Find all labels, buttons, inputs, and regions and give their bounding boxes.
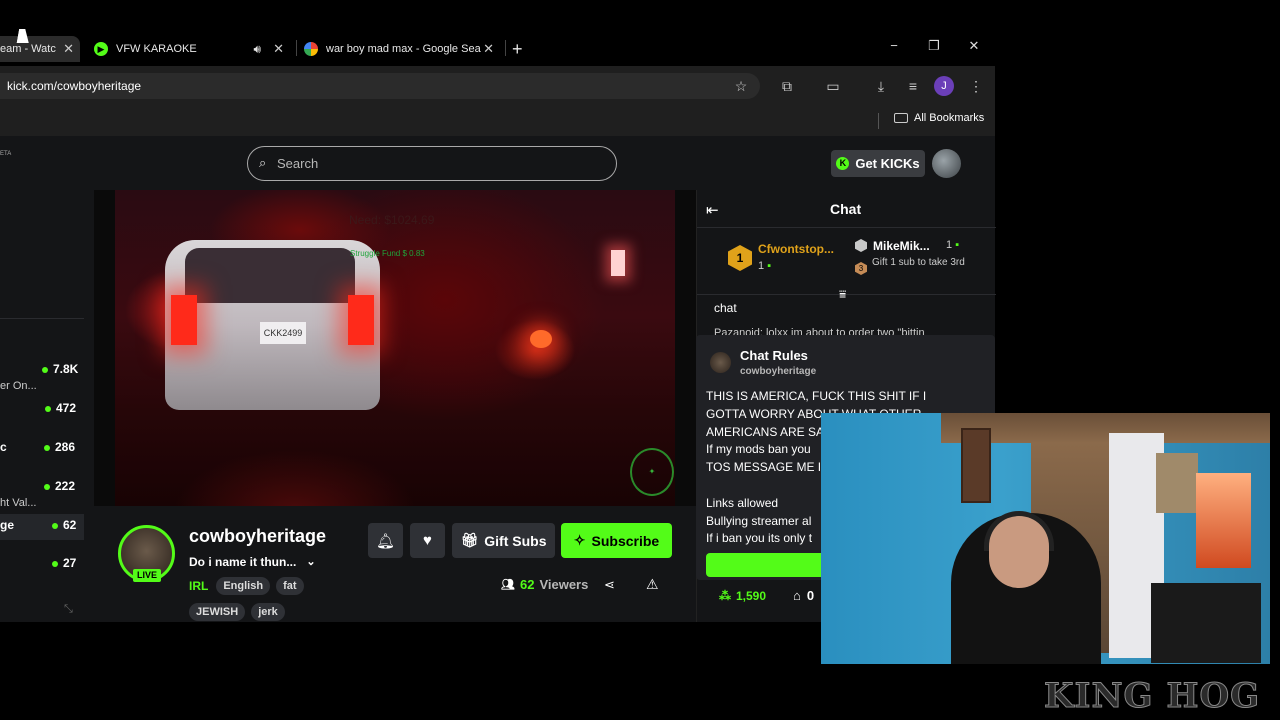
channel-watermark: KING HOG — [1043, 676, 1261, 717]
url-text: kick.com/cowboyheritage — [7, 79, 142, 93]
folder-icon — [894, 113, 908, 123]
stream-tags-row: IRL English fat — [189, 577, 304, 595]
goal-overlay: Need: $1024.69 — [349, 213, 435, 227]
search-placeholder: Search — [277, 156, 319, 171]
rules-title: Chat Rules — [740, 348, 808, 363]
gift-subs-button[interactable]: 🎁︎ Gift Subs — [452, 523, 555, 558]
stream-tags-row-2: JEWISH jerk — [189, 603, 285, 621]
tab-active[interactable]: eam - Watc ✕ — [0, 36, 80, 62]
live-badge: LIVE — [133, 569, 161, 582]
speaker-icon[interactable]: 🔊︎ — [254, 42, 262, 57]
tab-title: eam - Watc — [0, 43, 56, 55]
chat-message-partial: Pazanoid: lolxx im about to order two "b… — [714, 327, 925, 335]
video-frame: CKK2499 ✦ — [115, 190, 675, 506]
sidebar-channel-1[interactable]: 7.8K — [0, 362, 84, 382]
close-window-button[interactable]: ✕ — [959, 38, 989, 54]
bell-icon: 🔔︎ — [375, 532, 396, 550]
mouse-cursor-icon — [16, 29, 32, 43]
chat-header: Chat — [830, 201, 862, 217]
address-bar[interactable]: kick.com/cowboyheritage — [0, 73, 760, 99]
sidebar-channel-label[interactable]: er On... — [0, 380, 84, 400]
gift-icon: 🎁︎ — [460, 532, 479, 548]
more-menu-icon[interactable]: ⋮ — [966, 76, 986, 96]
sidebar-channel-current[interactable]: ge 62 — [0, 514, 84, 540]
leader-2-name[interactable]: MikeMik... — [873, 239, 930, 253]
rank-3-badge: 3 — [855, 262, 867, 275]
pinned-toggle-icon[interactable]: ⩸ — [839, 287, 846, 302]
tab-title: war boy mad max - Google Sea — [326, 43, 481, 55]
rules-owner: cowboyheritage — [740, 366, 817, 377]
sidebar-channel-2[interactable]: 472 — [0, 401, 84, 421]
report-icon[interactable]: ⚠ — [646, 576, 659, 593]
kicks-balance[interactable]: ⁂ 1,590 — [719, 589, 766, 603]
video-player[interactable]: CKK2499 ✦ — [94, 190, 696, 506]
tab-vfw-karaoke[interactable]: ▶ VFW KARAOKE 🔊︎ ✕ — [94, 36, 290, 62]
kick-logo[interactable]: ETA — [0, 151, 11, 157]
tab-google-search[interactable]: war boy mad max - Google Sea ✕ — [304, 36, 500, 62]
search-icon: ⌕ — [259, 155, 267, 170]
store-icon: ⌂ — [793, 588, 801, 603]
extensions-icon[interactable]: ⧉ — [777, 76, 797, 96]
chat-message: chat — [714, 301, 737, 315]
profile-avatar[interactable]: J — [934, 76, 954, 96]
vehicle-ahead: CKK2499 — [165, 240, 380, 410]
subscribe-button[interactable]: ✧ Subscribe — [561, 523, 672, 558]
collapse-chat-icon[interactable]: ⇤ — [706, 201, 719, 219]
star-icon[interactable]: ☆ — [731, 76, 751, 96]
media-control-icon[interactable]: ≡ — [903, 76, 923, 96]
webcam-overlay — [821, 413, 1270, 664]
user-avatar[interactable] — [932, 149, 961, 178]
close-icon[interactable]: ✕ — [483, 41, 494, 57]
leader-2-count: 1 ▪ — [946, 239, 960, 251]
category-link[interactable]: IRL — [189, 579, 208, 593]
close-icon[interactable]: ✕ — [273, 41, 284, 57]
viewers-icon: 👥︎ — [501, 579, 515, 591]
chevron-down-icon[interactable]: ⌄ — [306, 555, 315, 569]
kick-favicon-icon: ▶ — [94, 42, 108, 56]
close-icon[interactable]: ✕ — [63, 41, 74, 57]
search-input[interactable]: ⌕ Search — [247, 146, 617, 181]
heart-icon: ♥ — [423, 532, 432, 549]
follow-button[interactable]: ♥ — [410, 523, 445, 558]
stream-title[interactable]: Do i name it thun... ⌄ — [189, 555, 316, 569]
rank-1-badge: 1 — [728, 245, 752, 271]
tag-pill[interactable]: English — [216, 577, 271, 595]
kicks-icon: ⁂ — [719, 589, 731, 603]
sidebar-channel-3[interactable]: c 286 — [0, 440, 84, 460]
kicks-coin-icon: K — [836, 157, 850, 170]
license-plate: CKK2499 — [260, 322, 306, 344]
gift-sub-hint: Gift 1 sub to take 3rd — [872, 257, 965, 268]
sparkle-icon: ✧ — [573, 532, 586, 548]
share-icon[interactable]: ⋖ — [604, 577, 615, 593]
rules-owner-avatar — [710, 352, 731, 373]
streamer-username[interactable]: cowboyheritage — [189, 526, 326, 547]
leader-1-count: 1 ▪ — [758, 260, 772, 272]
channel-watermark-logo: ✦ — [630, 448, 674, 496]
google-favicon-icon — [304, 42, 318, 56]
get-kicks-button[interactable]: K Get KICKs — [831, 150, 925, 177]
viewer-count: 👥︎ 62 Viewers — [501, 577, 589, 592]
fund-overlay: Struggle Fund $ 0.83 — [350, 249, 425, 258]
store-button[interactable]: ⌂ 0 — [793, 588, 814, 603]
collapse-sidebar-icon[interactable]: ⤡ — [64, 603, 73, 616]
browser-tab-strip: eam - Watc ✕ ▶ VFW KARAOKE 🔊︎ ✕ war boy … — [0, 0, 995, 66]
download-icon[interactable]: ⤓ — [871, 76, 891, 96]
cast-icon[interactable]: ▭ — [823, 76, 843, 96]
restore-button[interactable]: ❐ — [919, 38, 949, 54]
new-tab-button[interactable]: + — [512, 36, 532, 62]
leader-1-name[interactable]: Cfwontstop... — [758, 242, 834, 256]
sidebar-channel-5[interactable]: 27 — [0, 556, 84, 576]
rank-2-badge — [855, 239, 867, 252]
notification-bell-button[interactable]: 🔔︎ — [368, 523, 403, 558]
bookmarks-bar: All Bookmarks — [0, 106, 995, 136]
tag-pill[interactable]: fat — [276, 577, 304, 595]
tag-pill[interactable]: JEWISH — [189, 603, 246, 621]
tab-title: VFW KARAOKE — [116, 43, 197, 55]
tag-pill[interactable]: jerk — [251, 603, 285, 621]
minimize-button[interactable]: − — [879, 38, 909, 53]
sidebar-channel-4[interactable]: 222 — [0, 479, 84, 499]
all-bookmarks-button[interactable]: All Bookmarks — [894, 112, 984, 124]
